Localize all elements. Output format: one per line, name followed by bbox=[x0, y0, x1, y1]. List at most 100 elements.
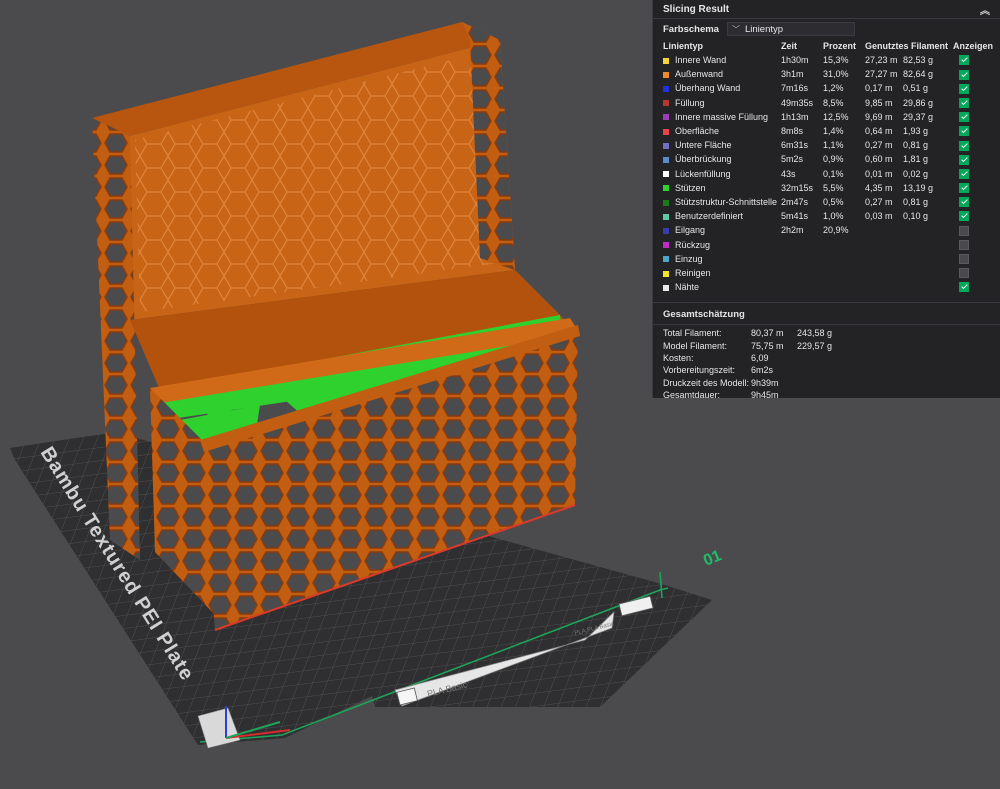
show-cell bbox=[953, 181, 1000, 195]
show-checkbox[interactable] bbox=[959, 268, 970, 279]
line-type-name: Innere massive Füllung bbox=[675, 111, 769, 122]
show-checkbox[interactable] bbox=[959, 225, 970, 236]
line-type-row: Nähte bbox=[653, 280, 1000, 294]
time-cell: 6m31s bbox=[781, 140, 809, 151]
time-cell: 2m47s bbox=[781, 196, 809, 207]
line-type-row: Benutzerdefiniert 5m41s 1,0% 0,03 m 0,10 g bbox=[653, 209, 1000, 223]
line-type-row: Überbrückung 5m2s 0,9% 0,60 m 1,81 g bbox=[653, 152, 1000, 166]
estimate-value: 9h45m bbox=[751, 389, 779, 400]
show-checkbox[interactable] bbox=[959, 112, 970, 123]
show-cell bbox=[953, 152, 1000, 166]
line-type-cell: Außenwand bbox=[653, 67, 781, 81]
show-cell bbox=[953, 280, 1000, 294]
line-type-name: Rückzug bbox=[675, 239, 711, 250]
show-checkbox[interactable] bbox=[959, 83, 970, 94]
line-type-name: Eilgang bbox=[675, 225, 706, 236]
time-cell bbox=[781, 252, 823, 266]
line-type-name: Oberfläche bbox=[675, 126, 720, 137]
estimate-row: Kosten: 6,09 bbox=[663, 352, 990, 364]
weight-cell: 82,53 g bbox=[903, 55, 934, 66]
show-cell bbox=[953, 195, 1000, 209]
show-cell bbox=[953, 53, 1000, 67]
line-type-name: Außenwand bbox=[675, 69, 724, 80]
time-cell: 1h13m bbox=[781, 111, 809, 122]
show-checkbox[interactable] bbox=[959, 239, 970, 250]
line-type-row: Eilgang 2h2m 20,9% bbox=[653, 223, 1000, 237]
weight-cell: 29,86 g bbox=[903, 97, 934, 108]
show-checkbox[interactable] bbox=[959, 254, 970, 265]
show-checkbox[interactable] bbox=[959, 183, 970, 194]
percent-cell: 0,5% bbox=[823, 196, 844, 207]
length-cell bbox=[865, 237, 903, 251]
weight-cell bbox=[903, 252, 953, 266]
length-cell: 27,27 m bbox=[865, 69, 898, 80]
show-checkbox[interactable] bbox=[959, 154, 970, 165]
color-swatch bbox=[663, 157, 669, 164]
chevron-down-icon: ﹀ bbox=[732, 24, 740, 34]
percent-cell: 12,5% bbox=[823, 111, 849, 122]
weight-cell: 0,81 g bbox=[903, 140, 929, 151]
show-checkbox[interactable] bbox=[959, 211, 970, 222]
line-type-cell: Füllung bbox=[653, 96, 781, 110]
length-cell: 9,85 m bbox=[865, 97, 893, 108]
percent-cell: 1,4% bbox=[823, 126, 844, 137]
weight-cell: 13,19 g bbox=[903, 182, 934, 193]
show-cell bbox=[953, 138, 1000, 152]
line-type-row: Einzug bbox=[653, 252, 1000, 266]
show-cell bbox=[953, 252, 1000, 266]
line-type-cell: Einzug bbox=[653, 252, 781, 266]
length-cell bbox=[865, 223, 903, 237]
line-type-row: Überhang Wand 7m16s 1,2% 0,17 m 0,51 g bbox=[653, 81, 1000, 95]
color-swatch bbox=[663, 270, 669, 277]
estimate-value: 9h39m bbox=[751, 377, 779, 388]
weight-cell bbox=[903, 280, 953, 294]
time-cell: 7m16s bbox=[781, 83, 809, 94]
show-checkbox[interactable] bbox=[959, 126, 970, 137]
time-cell: 3h1m bbox=[781, 69, 804, 80]
line-type-row: Innere massive Füllung 1h13m 12,5% 9,69 m 29… bbox=[653, 110, 1000, 124]
col-header-percent: Prozent bbox=[823, 41, 857, 51]
show-checkbox[interactable] bbox=[959, 97, 970, 108]
line-type-row: Stützstruktur-Schnittstelle 2m47s 0,5% 0,27… bbox=[653, 195, 1000, 209]
color-scheme-select[interactable]: ﹀ Linientyp bbox=[727, 22, 855, 36]
percent-cell: 5,5% bbox=[823, 182, 844, 193]
estimate-key: Druckzeit des Modell: bbox=[663, 377, 750, 388]
panel-title: Slicing Result bbox=[663, 3, 730, 15]
show-cell bbox=[953, 96, 1000, 110]
color-swatch bbox=[663, 86, 669, 93]
line-type-cell: Benutzerdefiniert bbox=[653, 209, 781, 223]
show-cell bbox=[953, 124, 1000, 138]
show-cell bbox=[953, 266, 1000, 280]
time-cell: 49m35s bbox=[781, 97, 814, 108]
table-header: Linientyp Zeit Prozent Genutztes Filamen… bbox=[653, 39, 1000, 53]
time-cell: 2h2m bbox=[781, 225, 804, 236]
show-checkbox[interactable] bbox=[959, 282, 970, 293]
show-checkbox[interactable] bbox=[959, 168, 970, 179]
length-cell bbox=[865, 280, 903, 294]
estimate-value: 6,09 bbox=[751, 352, 769, 363]
color-swatch bbox=[663, 57, 669, 64]
length-cell: 0,27 m bbox=[865, 196, 893, 207]
color-swatch bbox=[663, 185, 669, 192]
estimate-value: 6m2s bbox=[751, 365, 774, 376]
line-type-name: Einzug bbox=[675, 253, 703, 264]
line-type-name: Überbrückung bbox=[675, 154, 732, 165]
time-cell: 43s bbox=[781, 168, 796, 179]
total-estimate-title: Gesamtschätzung bbox=[653, 302, 1000, 326]
show-checkbox[interactable] bbox=[959, 69, 970, 80]
color-swatch bbox=[663, 213, 669, 220]
weight-cell: 1,93 g bbox=[903, 126, 929, 137]
panel-header: Slicing Result ︽ bbox=[653, 0, 1000, 19]
show-checkbox[interactable] bbox=[959, 55, 970, 66]
color-swatch bbox=[663, 171, 669, 178]
color-swatch bbox=[663, 142, 669, 149]
printed-model[interactable] bbox=[92, 22, 580, 631]
time-cell: 5m41s bbox=[781, 211, 809, 222]
color-scheme-row: Farbschema ﹀ Linientyp bbox=[653, 19, 1000, 39]
show-checkbox[interactable] bbox=[959, 197, 970, 208]
collapse-icon[interactable]: ︽ bbox=[980, 2, 990, 17]
percent-cell bbox=[823, 280, 865, 294]
show-checkbox[interactable] bbox=[959, 140, 970, 151]
estimate-key: Kosten: bbox=[663, 352, 694, 363]
line-type-row: Reinigen bbox=[653, 266, 1000, 280]
